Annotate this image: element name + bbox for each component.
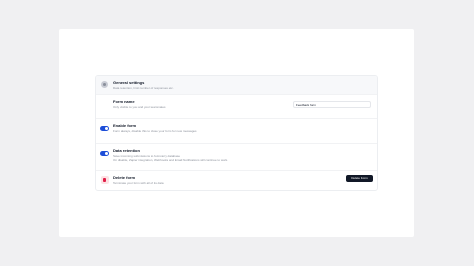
gear-icon xyxy=(101,81,108,88)
data-retention-label: Data retention xyxy=(113,148,140,153)
settings-panel: General settings Data retention, limit n… xyxy=(95,75,378,191)
general-settings-header: General settings Data retention, limit n… xyxy=(96,76,377,95)
form-name-row: Form name Only visible to you and your t… xyxy=(96,95,377,119)
delete-form-row: Delete form Terminate your form with all… xyxy=(96,171,377,190)
delete-form-label: Delete form xyxy=(113,175,136,180)
general-settings-title: General settings xyxy=(113,80,145,85)
toggle-knob xyxy=(105,152,108,155)
form-name-input[interactable] xyxy=(293,101,371,108)
data-retention-row: Data retention Save incoming submissions… xyxy=(96,144,377,171)
enable-form-label: Enable form xyxy=(113,123,137,128)
enable-form-toggle[interactable] xyxy=(100,126,109,131)
enable-form-row: Enable form Form always, disable this to… xyxy=(96,119,377,144)
toggle-knob xyxy=(105,127,108,130)
enable-form-description: Form always, disable this to close your … xyxy=(113,129,197,133)
data-retention-description-2: On disable, Zapier integration, Webhooks… xyxy=(113,158,229,162)
general-settings-description: Data retention, limit number of response… xyxy=(113,86,174,90)
trash-icon xyxy=(100,176,109,184)
delete-form-description: Terminate your form with all of its data xyxy=(113,181,164,185)
data-retention-toggle[interactable] xyxy=(100,151,109,156)
delete-form-button[interactable]: Delete Form xyxy=(346,175,373,182)
